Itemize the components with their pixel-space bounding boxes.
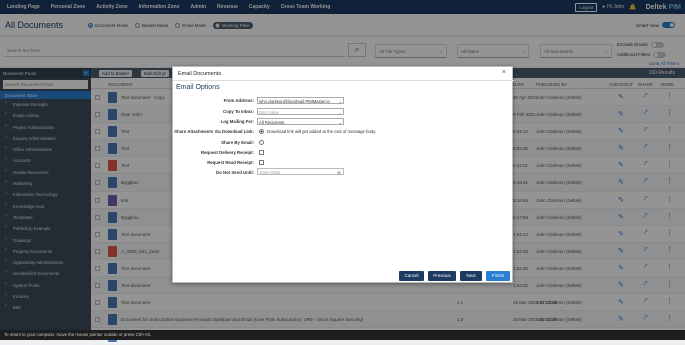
do-not-send-until-label: Do Not Send Until: bbox=[216, 170, 254, 175]
chevron-down-icon: ⌄ bbox=[338, 99, 342, 104]
download-link-note: Download link will get added at the end … bbox=[267, 129, 377, 134]
share-attachments-radio[interactable] bbox=[259, 129, 264, 134]
share-by-email-radio[interactable] bbox=[259, 140, 264, 145]
previous-button[interactable]: Previous bbox=[428, 271, 456, 281]
chevron-down-icon: ⌄ bbox=[338, 120, 342, 125]
do-not-send-until-input[interactable]: Enter Date ▦ bbox=[257, 168, 344, 175]
share-by-email-label: Share By Email: bbox=[221, 140, 254, 145]
next-button[interactable]: Next bbox=[460, 271, 482, 281]
copy-to-inbox-select[interactable]: Don't copy ⌄ bbox=[257, 108, 344, 115]
log-mailing-label: Log Mailing For: bbox=[220, 119, 254, 124]
email-documents-dialog: Email Documents × Email Options From Add… bbox=[172, 66, 514, 283]
read-receipt-label: Request Read Receipt: bbox=[207, 160, 254, 165]
delivery-receipt-label: Request Delivery Receipt: bbox=[200, 150, 254, 155]
read-receipt-checkbox[interactable] bbox=[259, 160, 264, 165]
chevron-down-icon: ⌄ bbox=[338, 110, 342, 115]
share-attachments-label: Share Attachments Via Download Link: bbox=[174, 129, 254, 134]
dialog-title: Email Documents bbox=[178, 71, 222, 77]
from-address-label: From Address: bbox=[223, 98, 254, 103]
copy-to-inbox-label: Copy To Inbox: bbox=[223, 109, 254, 114]
delivery-receipt-checkbox[interactable] bbox=[259, 150, 264, 155]
close-icon[interactable]: × bbox=[502, 69, 506, 76]
from-address-select[interactable]: john.clarkson@localmail.PIMMaster.io ⌄ bbox=[257, 97, 344, 104]
status-bar: To return to your computer, move the mou… bbox=[0, 330, 685, 340]
cancel-button[interactable]: Cancel bbox=[399, 271, 424, 281]
section-title: Email Options bbox=[176, 84, 220, 91]
calendar-icon[interactable]: ▦ bbox=[337, 170, 341, 175]
finish-button[interactable]: Finish bbox=[486, 271, 510, 281]
divider bbox=[173, 80, 514, 81]
log-mailing-select[interactable]: All Recipients ⌄ bbox=[257, 118, 344, 125]
